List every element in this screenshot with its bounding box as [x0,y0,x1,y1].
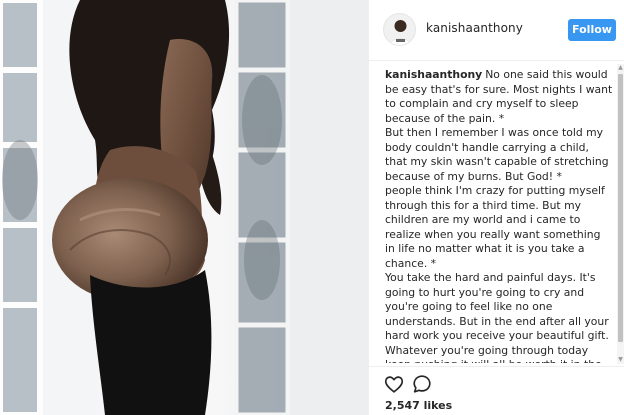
post-header: kanishaanthony Follow [369,0,624,61]
caption-line-3: people think I'm crazy for putting mysel… [385,184,605,270]
scroll-down-arrow-icon[interactable]: ▼ [617,356,624,364]
photo-image [0,0,368,415]
comment-icon[interactable] [411,373,433,395]
likes-count[interactable]: 2,547 likes [385,399,452,412]
caption-line-2: But then I remember I was once told my b… [385,126,609,183]
avatar-image [384,14,415,45]
caption-scrollbar[interactable]: ▲ ▼ [617,64,624,364]
avatar[interactable] [383,13,416,46]
post-photo[interactable] [0,0,368,415]
heart-icon[interactable] [383,373,405,395]
caption-line-1: kanishaanthony No one said this would be … [385,68,613,126]
caption-line-4: You take the hard and painful days. It's… [385,271,609,363]
scroll-up-arrow-icon[interactable]: ▲ [617,64,624,72]
scroll-thumb[interactable] [618,74,623,342]
caption-author[interactable]: kanishaanthony [385,68,482,81]
post-username[interactable]: kanishaanthony [426,21,523,35]
caption-area: kanishaanthony No one said this would be … [385,68,613,363]
post-actions [369,366,624,396]
follow-button[interactable]: Follow [568,19,616,41]
post-side-panel: kanishaanthony Follow kanishaanthony No o… [368,0,624,415]
